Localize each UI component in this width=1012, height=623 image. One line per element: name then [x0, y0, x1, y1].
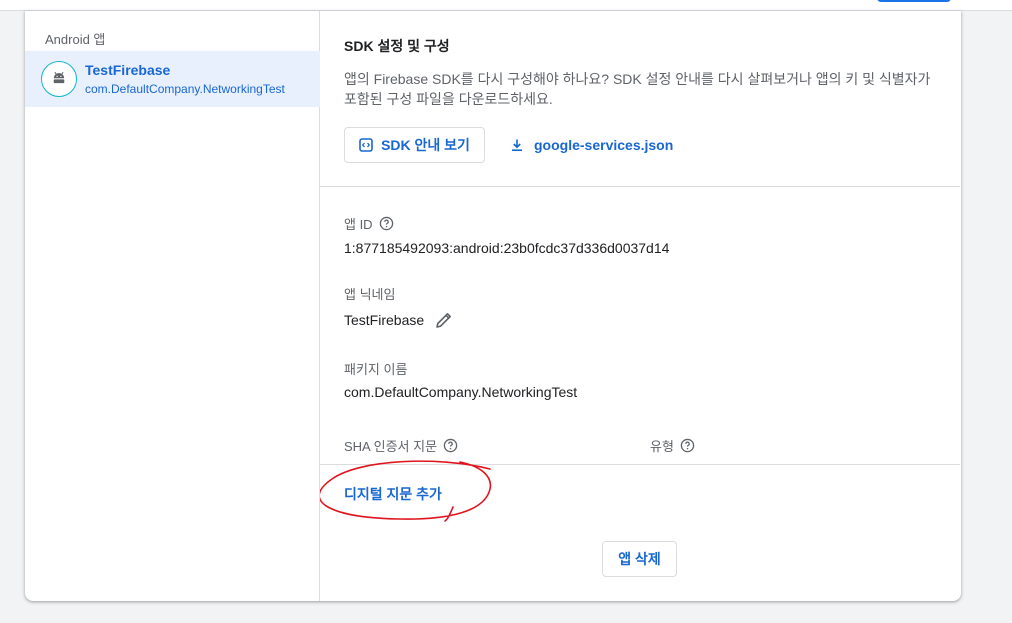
app-id-label: 앱 ID: [344, 214, 394, 233]
app-item-package: com.DefaultCompany.NetworkingTest: [85, 82, 285, 96]
previous-card-edge: [0, 0, 1012, 11]
sdk-description: 앱의 Firebase SDK를 다시 구성해야 하나요? SDK 설정 안내를…: [344, 71, 931, 107]
help-icon[interactable]: [680, 438, 695, 453]
edit-pencil-icon[interactable]: [434, 310, 454, 330]
delete-app-button[interactable]: 앱 삭제: [602, 541, 677, 577]
table-divider: [320, 464, 960, 465]
sdk-section-title: SDK 설정 및 구성: [344, 38, 450, 54]
page: Android 앱 TestFirebase com.DefaultCompan…: [0, 0, 1012, 623]
sdk-section: SDK 설정 및 구성 앱의 Firebase SDK를 다시 구성해야 하나요…: [320, 11, 960, 187]
android-icon: [41, 61, 77, 97]
sha-column-header: SHA 인증서 지문: [344, 436, 458, 455]
app-list-title: Android 앱: [45, 32, 106, 47]
app-id-label-text: 앱 ID: [344, 217, 373, 232]
app-list-panel: Android 앱 TestFirebase com.DefaultCompan…: [25, 11, 320, 601]
download-config-link[interactable]: google-services.json: [510, 127, 673, 163]
help-icon[interactable]: [443, 438, 458, 453]
app-list-item-selected[interactable]: TestFirebase com.DefaultCompany.Networki…: [25, 51, 320, 107]
sha-column-label: SHA 인증서 지문: [344, 439, 438, 454]
app-detail-panel: SDK 설정 및 구성 앱의 Firebase SDK를 다시 구성해야 하나요…: [320, 11, 961, 601]
app-item-text: TestFirebase com.DefaultCompany.Networki…: [85, 61, 285, 97]
package-label: 패키지 이름: [344, 362, 408, 377]
nickname-label: 앱 닉네임: [344, 287, 396, 302]
nickname-row: TestFirebase: [344, 310, 454, 330]
previous-card-button[interactable]: [877, 0, 951, 2]
app-item-name: TestFirebase: [85, 62, 171, 78]
type-column-header: 유형: [650, 436, 695, 455]
app-id-value: 1:877185492093:android:23b0fcdc37d336d00…: [344, 240, 670, 256]
code-icon: [359, 138, 373, 152]
add-fingerprint-link[interactable]: 디지털 지문 추가: [344, 484, 442, 504]
help-icon[interactable]: [379, 216, 394, 231]
sdk-guide-button[interactable]: SDK 안내 보기: [344, 127, 485, 163]
package-value: com.DefaultCompany.NetworkingTest: [344, 384, 578, 400]
type-column-label: 유형: [650, 439, 674, 454]
sdk-guide-button-label: SDK 안내 보기: [381, 137, 470, 153]
nickname-value: TestFirebase: [344, 312, 425, 328]
download-icon: [510, 138, 524, 152]
download-config-label: google-services.json: [534, 137, 674, 153]
app-settings-card: Android 앱 TestFirebase com.DefaultCompan…: [25, 11, 961, 601]
